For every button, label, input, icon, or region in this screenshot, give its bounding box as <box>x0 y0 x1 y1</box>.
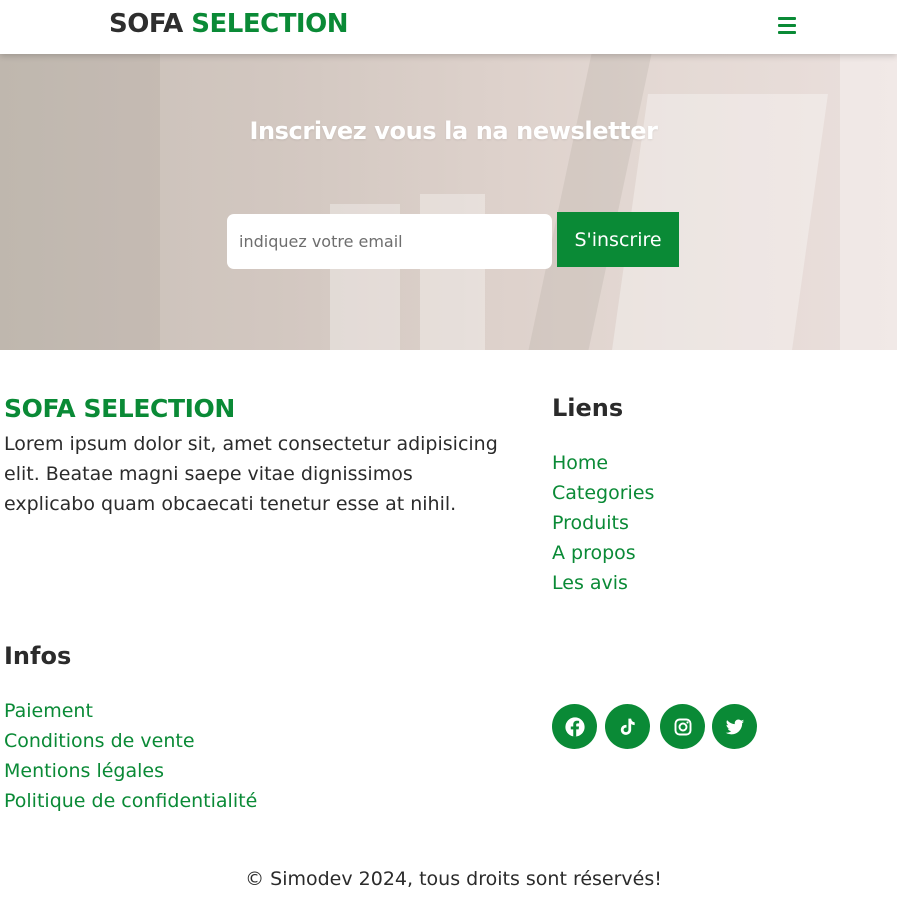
list-item: A propos <box>552 538 654 568</box>
links-heading: Liens <box>552 394 624 422</box>
twitter-icon[interactable] <box>712 704 757 749</box>
footer-brand: SOFA SELECTION <box>4 394 235 423</box>
list-item: Les avis <box>552 568 654 598</box>
list-item: Mentions légales <box>4 756 257 786</box>
newsletter-title: Inscrivez vous la na newsletter <box>249 117 658 145</box>
logo-text-sofa: SOFA <box>109 9 183 39</box>
link-les-avis[interactable]: Les avis <box>552 572 628 594</box>
infos-list: Paiement Conditions de vente Mentions lé… <box>4 696 257 816</box>
link-home[interactable]: Home <box>552 452 608 474</box>
list-item: Categories <box>552 478 654 508</box>
link-politique-de-confidentialite[interactable]: Politique de confidentialité <box>4 790 257 812</box>
link-conditions-de-vente[interactable]: Conditions de vente <box>4 730 195 752</box>
instagram-icon[interactable] <box>660 704 705 749</box>
facebook-icon[interactable] <box>552 704 597 749</box>
list-item: Produits <box>552 508 654 538</box>
email-input[interactable] <box>227 214 552 269</box>
list-item: Politique de confidentialité <box>4 786 257 816</box>
hamburger-menu-icon[interactable] <box>778 16 798 34</box>
links-list: Home Categories Produits A propos Les av… <box>552 448 654 598</box>
footer-description: Lorem ipsum dolor sit, amet consectetur … <box>4 433 498 515</box>
link-paiement[interactable]: Paiement <box>4 700 93 722</box>
site-header: SOFA SELECTION <box>0 0 897 54</box>
list-item: Conditions de vente <box>4 726 257 756</box>
link-mentions-legales[interactable]: Mentions légales <box>4 760 164 782</box>
tiktok-icon[interactable] <box>605 704 650 749</box>
list-item: Paiement <box>4 696 257 726</box>
subscribe-button[interactable]: S'inscrire <box>557 212 679 267</box>
link-produits[interactable]: Produits <box>552 512 629 534</box>
link-a-propos[interactable]: A propos <box>552 542 636 564</box>
copyright-text: © Simodev 2024, tous droits sont réservé… <box>245 868 662 890</box>
logo-text-selection: SELECTION <box>191 9 348 39</box>
link-categories[interactable]: Categories <box>552 482 654 504</box>
newsletter-section: Inscrivez vous la na newsletter S'inscri… <box>0 54 897 350</box>
site-logo[interactable]: SOFA SELECTION <box>109 9 348 39</box>
list-item: Home <box>552 448 654 478</box>
infos-heading: Infos <box>4 642 72 670</box>
